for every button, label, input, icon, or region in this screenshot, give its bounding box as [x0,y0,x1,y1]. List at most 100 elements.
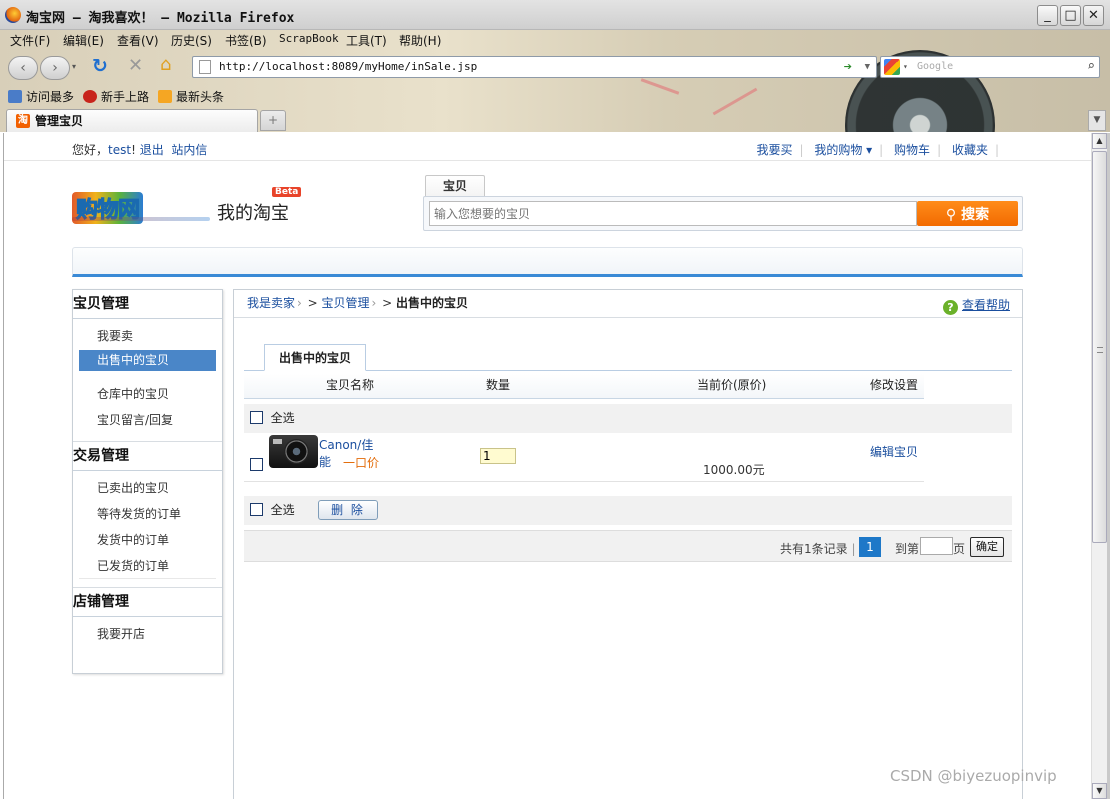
menu-view[interactable]: 查看(V) [117,32,159,49]
menu-edit[interactable]: 编辑(E) [63,32,104,49]
edit-item-link[interactable]: 编辑宝贝 [870,443,918,460]
sidebar-item-awaiting-shipment[interactable]: 等待发货的订单 [79,501,216,527]
help-link[interactable]: ? 查看帮助 [942,296,1010,315]
site-search-input[interactable] [429,201,917,226]
favorites-link[interactable]: 收藏夹 [952,143,988,157]
scroll-up-icon[interactable]: ▲ [1092,133,1107,149]
navigation-toolbar: ‹ › ▾ ↻ ✕ ⌂ http://localhost:8089/myHome… [0,52,1110,82]
pagination: 共有1条记录 | 1 到第 页 确定 [244,530,1012,562]
firefox-bookmark-icon [83,90,97,103]
tab-manage-items[interactable]: 淘 管理宝贝 [6,109,258,132]
search-tab-items[interactable]: 宝贝 [425,175,485,197]
product-thumbnail[interactable] [269,435,318,468]
sidebar-group-trades: 已卖出的宝贝 等待发货的订单 发货中的订单 已发货的订单 [73,471,222,588]
cart-link[interactable]: 购物车 [894,143,930,157]
window-titlebar: 淘宝网 – 淘我喜欢！ – Mozilla Firefox _ □ ✕ [0,0,1110,30]
breadcrumb-seller[interactable]: 我是卖家 [247,296,295,310]
breadcrumb-item-management[interactable]: 宝贝管理 [322,296,370,310]
select-all-checkbox[interactable] [250,503,263,516]
delete-button[interactable]: 删 除 [318,500,378,520]
url-dropdown-icon[interactable]: ▼ [865,57,870,77]
sidebar-item-open-shop[interactable]: 我要开店 [79,621,216,647]
bookmarks-toolbar: 访问最多 新手上路 最新头条 [0,85,1110,107]
bookmark-getting-started[interactable]: 新手上路 [83,88,149,105]
sidebar-item-shipped[interactable]: 已发货的订单 [79,553,216,579]
sidebar-item-on-sale[interactable]: 出售中的宝贝 [79,350,216,371]
watermark: CSDN @biyezuopinvip [890,767,1057,785]
logout-link[interactable]: 退出 [140,143,164,157]
bookmark-latest-headlines[interactable]: 最新头条 [158,88,224,105]
goto-confirm-button[interactable]: 确定 [970,537,1004,557]
menu-help[interactable]: 帮助(H) [399,32,441,49]
vertical-scrollbar[interactable]: ▲ ▼ [1091,133,1107,799]
menu-scrapbook[interactable]: ScrapBook [279,32,339,45]
user-link[interactable]: test [108,143,131,157]
google-icon[interactable] [884,59,900,75]
new-tab-button[interactable]: + [260,110,286,131]
sidebar-group-items: 我要卖 出售中的宝贝 仓库中的宝贝 宝贝留言/回复 [73,319,222,442]
buy-link[interactable]: 我要买 [756,143,792,157]
page-unit-label: 页 [953,542,966,556]
column-price: 当前价(原价) [697,378,767,392]
scroll-down-icon[interactable]: ▼ [1092,783,1107,799]
go-arrow-icon[interactable]: ➔ [844,57,852,77]
messages-link[interactable]: 站内信 [171,143,207,157]
minimize-button[interactable]: _ [1037,5,1058,26]
stop-icon[interactable]: ✕ [128,55,143,76]
sidebar-item-warehouse[interactable]: 仓库中的宝贝 [79,381,216,407]
breadcrumb-arrow: › [371,296,377,310]
engine-dropdown-icon[interactable]: ▾ [903,57,908,77]
delete-wrap: 删 除 [284,496,378,524]
sidebar-heading-trades: 交易管理 [73,442,222,471]
column-quantity: 数量 [486,378,511,392]
menu-history[interactable]: 历史(S) [171,32,212,49]
sidebar-item-sell[interactable]: 我要卖 [79,323,216,349]
scroll-thumb[interactable] [1092,151,1107,543]
sidebar-item-sold[interactable]: 已卖出的宝贝 [79,475,216,501]
my-shopping-link[interactable]: 我的购物 ▾ [814,143,872,157]
search-button[interactable]: ⚲ 搜索 [917,201,1018,226]
tab-list-dropdown[interactable]: ▼ [1088,110,1106,131]
divider: | [937,143,942,157]
menu-bookmarks[interactable]: 书签(B) [225,32,267,49]
sidebar-item-messages[interactable]: 宝贝留言/回复 [79,407,216,433]
quantity-field[interactable] [480,448,516,464]
reload-icon[interactable]: ↻ [92,55,108,77]
select-all-top[interactable]: 全选 [250,404,295,432]
product-price: 1000.00元 [703,463,765,477]
row-checkbox[interactable] [250,458,263,471]
main-nav-strip [72,247,1023,277]
divider: | [851,542,856,556]
maximize-button[interactable]: □ [1060,5,1081,26]
greeting-prefix: 您好， [72,143,109,157]
select-all-row-top: 全选 [244,404,1012,433]
bookmark-most-visited[interactable]: 访问最多 [8,88,74,105]
search-icon[interactable]: ⌕ [1087,57,1095,77]
home-icon[interactable]: ⌂ [160,54,171,75]
close-button[interactable]: ✕ [1083,5,1104,26]
web-search-box[interactable]: ▾ Google ⌕ [880,56,1100,78]
select-all-checkbox[interactable] [250,411,263,424]
page-number-input[interactable] [920,537,953,555]
url-text: http://localhost:8089/myHome/inSale.jsp [219,60,478,73]
menu-tools[interactable]: 工具(T) [346,32,387,49]
main-panel: 我是卖家 › > 宝贝管理 › > 出售中的宝贝 ? 查看帮助 出售中的宝贝 宝贝名称… [233,289,1023,799]
goto-label: 到第 [895,542,920,556]
page-1-button[interactable]: 1 [859,537,881,557]
camera-flash [273,439,282,444]
url-bar[interactable]: http://localhost:8089/myHome/inSale.jsp … [192,56,877,78]
tab-on-sale[interactable]: 出售中的宝贝 [264,344,366,371]
site-logo[interactable]: 购物网 [72,189,212,224]
history-dropdown-icon[interactable]: ▾ [72,62,76,71]
select-all-label: 全选 [270,411,295,425]
forward-icon[interactable]: › [40,56,70,80]
menu-file[interactable]: 文件(F) [10,32,50,49]
firefox-icon [5,7,21,23]
sidebar-heading-shop: 店铺管理 [73,588,222,617]
column-actions: 修改设置 [870,378,919,392]
beta-badge: Beta [272,187,302,197]
site-topbar: 您好，test! 退出 站内信 我要买 | 我的购物 ▾ | 购物车 | 收藏夹 | [4,133,1091,161]
sidebar-item-shipping[interactable]: 发货中的订单 [79,527,216,553]
back-icon[interactable]: ‹ [8,56,38,80]
window-title: 淘宝网 – 淘我喜欢！ – Mozilla Firefox [26,11,295,26]
